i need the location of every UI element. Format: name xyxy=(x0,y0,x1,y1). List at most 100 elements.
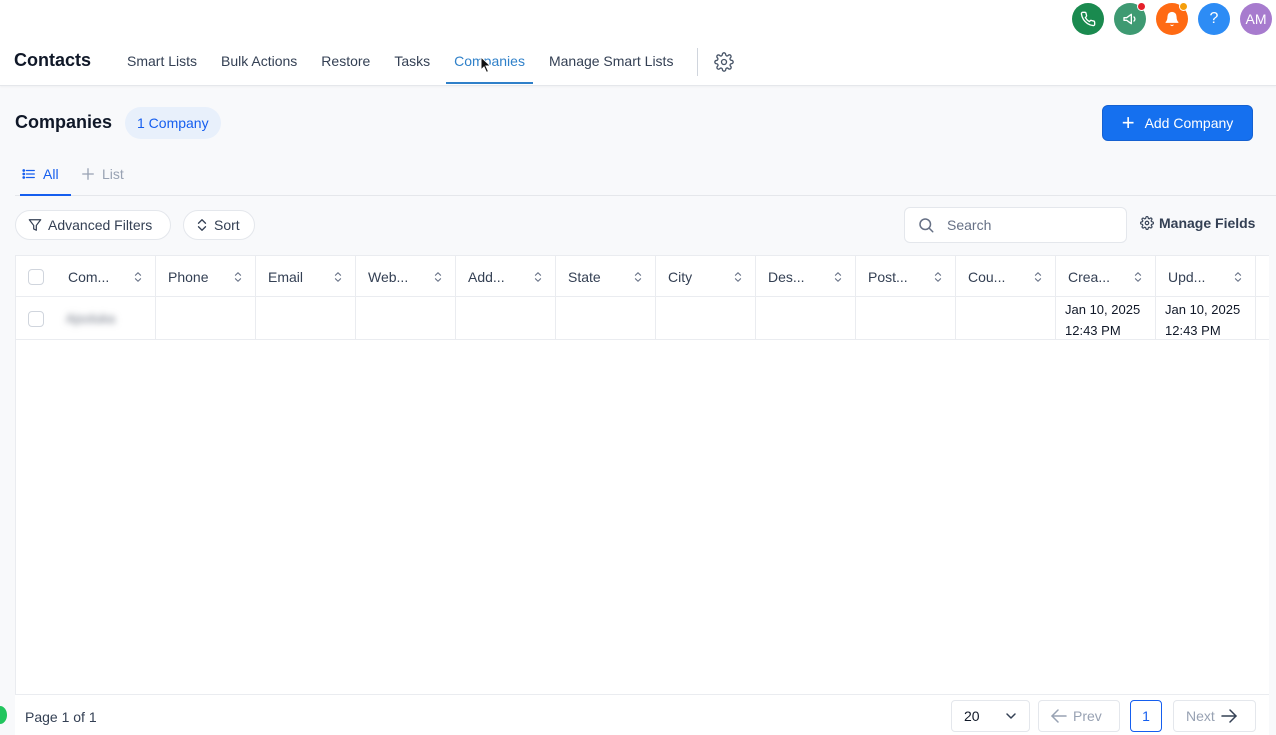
bell-icon xyxy=(1165,11,1179,27)
sort-icon xyxy=(1134,271,1142,282)
top-header: ? AM Contacts Smart Lists Bulk Actions R… xyxy=(0,0,1276,86)
column-header-company[interactable]: Com... xyxy=(56,256,156,297)
next-label: Next xyxy=(1186,708,1215,724)
view-tab-all-label: All xyxy=(43,165,59,182)
manage-fields-label: Manage Fields xyxy=(1159,215,1256,231)
sort-icon xyxy=(634,271,642,282)
column-header-updated[interactable]: Upd... xyxy=(1156,256,1256,297)
column-header-country[interactable]: Cou... xyxy=(956,256,1056,297)
contacts-nav: Contacts Smart Lists Bulk Actions Restor… xyxy=(14,46,735,86)
sort-label: Sort xyxy=(214,217,240,233)
companies-table: Com... Phone Email Web... Add... State C… xyxy=(15,255,1269,735)
sort-icon xyxy=(1234,271,1242,282)
select-all-cell xyxy=(16,256,56,297)
country-cell xyxy=(956,297,1056,340)
created-date: Jan 10, 2025 xyxy=(1065,302,1141,317)
column-header-description[interactable]: Des... xyxy=(756,256,856,297)
settings-gear-icon[interactable] xyxy=(714,52,735,72)
sort-icon xyxy=(197,219,207,231)
prev-label: Prev xyxy=(1073,708,1102,724)
created-cell: Jan 10, 2025 12:43 PM xyxy=(1056,297,1156,340)
page-info: Page 1 of 1 xyxy=(25,709,97,725)
nav-divider xyxy=(697,48,699,76)
company-name[interactable]: Ajsoluka xyxy=(66,308,115,329)
tab-restore[interactable]: Restore xyxy=(313,46,378,84)
phone-cell xyxy=(156,297,256,340)
add-company-label: Add Company xyxy=(1144,115,1234,131)
view-tab-all[interactable]: All xyxy=(20,152,71,196)
avatar-initials: AM xyxy=(1245,11,1267,27)
help-icon: ? xyxy=(1209,10,1219,27)
column-header-phone[interactable]: Phone xyxy=(156,256,256,297)
column-header-email[interactable]: Email xyxy=(256,256,356,297)
postal-cell xyxy=(856,297,956,340)
search-icon xyxy=(919,218,934,233)
tab-smart-lists[interactable]: Smart Lists xyxy=(119,46,205,84)
sort-icon xyxy=(934,271,942,282)
sort-icon xyxy=(334,271,342,282)
tab-manage-smart-lists[interactable]: Manage Smart Lists xyxy=(541,46,682,84)
column-header-website[interactable]: Web... xyxy=(356,256,456,297)
help-button[interactable]: ? xyxy=(1198,3,1230,35)
search-input[interactable] xyxy=(947,217,1097,233)
description-cell xyxy=(756,297,856,340)
company-name-cell[interactable]: Ajsoluka xyxy=(56,297,156,340)
prev-page-button[interactable]: Prev xyxy=(1038,700,1120,732)
tab-tasks[interactable]: Tasks xyxy=(386,46,438,84)
column-header-address[interactable]: Add... xyxy=(456,256,556,297)
updated-time: 12:43 PM xyxy=(1165,323,1221,338)
advanced-filters-label: Advanced Filters xyxy=(48,217,153,233)
list-icon xyxy=(22,168,35,179)
plus-icon xyxy=(82,167,94,180)
sort-icon xyxy=(1034,271,1042,282)
column-header-state[interactable]: State xyxy=(556,256,656,297)
announcement-dot xyxy=(1137,2,1146,11)
column-header-created[interactable]: Crea... xyxy=(1056,256,1156,297)
megaphone-icon xyxy=(1123,13,1136,25)
header-actions: ? AM xyxy=(1072,2,1272,35)
phone-icon xyxy=(1080,11,1096,27)
user-avatar[interactable]: AM xyxy=(1240,3,1272,35)
sort-button[interactable]: Sort xyxy=(183,210,255,240)
sort-icon xyxy=(134,271,142,282)
add-list-tab[interactable]: List xyxy=(81,152,124,195)
sort-icon xyxy=(534,271,542,282)
advanced-filters-button[interactable]: Advanced Filters xyxy=(15,210,171,240)
arrow-right-icon xyxy=(1221,709,1237,723)
sort-icon xyxy=(434,271,442,282)
add-company-button[interactable]: + Add Company xyxy=(1102,105,1253,141)
search-box xyxy=(904,207,1127,243)
page-size-value: 20 xyxy=(964,708,980,724)
notifications-button[interactable] xyxy=(1156,2,1188,35)
created-time: 12:43 PM xyxy=(1065,323,1121,338)
announcement-button[interactable] xyxy=(1114,2,1146,35)
table-header: Com... Phone Email Web... Add... State C… xyxy=(16,256,1269,297)
view-tabs: All List xyxy=(15,152,1276,196)
row-checkbox[interactable] xyxy=(28,310,44,327)
tab-bulk-actions[interactable]: Bulk Actions xyxy=(213,46,305,84)
page-number-button[interactable]: 1 xyxy=(1130,700,1162,732)
table-row[interactable]: Ajsoluka Jan 10, 2025 12:43 PM Jan 10, 2… xyxy=(16,297,1269,340)
arrow-left-icon xyxy=(1051,709,1067,723)
status-indicator xyxy=(0,706,7,724)
page-size-select[interactable]: 20 xyxy=(951,700,1030,732)
column-header-postal[interactable]: Post... xyxy=(856,256,956,297)
sort-icon xyxy=(834,271,842,282)
select-all-checkbox[interactable] xyxy=(28,268,44,285)
address-cell xyxy=(456,297,556,340)
company-count-badge: 1 Company xyxy=(125,107,221,139)
manage-fields-button[interactable]: Manage Fields xyxy=(1140,215,1255,231)
row-select-cell xyxy=(16,297,56,340)
filter-icon xyxy=(28,219,42,231)
chevron-down-icon xyxy=(1006,713,1016,719)
next-page-button[interactable]: Next xyxy=(1173,700,1256,732)
state-cell xyxy=(556,297,656,340)
column-header-city[interactable]: City xyxy=(656,256,756,297)
city-cell xyxy=(656,297,756,340)
phone-button[interactable] xyxy=(1072,3,1104,35)
website-cell xyxy=(356,297,456,340)
page-title: Companies xyxy=(15,112,113,132)
email-cell xyxy=(256,297,356,340)
updated-cell: Jan 10, 2025 12:43 PM xyxy=(1156,297,1256,340)
mouse-cursor-icon xyxy=(480,56,492,74)
